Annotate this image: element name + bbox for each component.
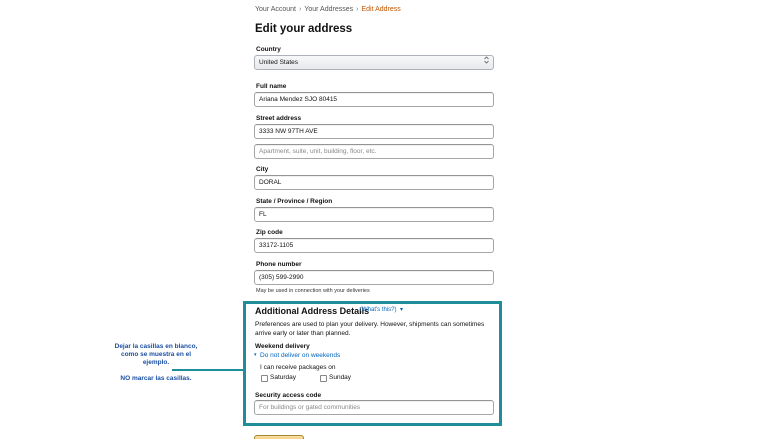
weekend-delivery-toggle[interactable]: Do not deliver on weekends (260, 352, 340, 359)
annotation-line-3: ejemplo. (142, 359, 170, 366)
sunday-label: Sunday (329, 374, 352, 381)
breadcrumb-your-account[interactable]: Your Account (255, 6, 296, 13)
street-address-line2-input[interactable]: Apartment, suite, unit, building, floor,… (254, 144, 494, 159)
zip-code-input[interactable]: 33172-1105 (254, 238, 494, 253)
weekend-delivery-label: Weekend delivery (255, 343, 310, 350)
additional-details-title: Additional Address Details (255, 306, 370, 316)
caret-down-icon: ▾ (400, 307, 404, 313)
submit-button[interactable] (254, 435, 304, 439)
country-select[interactable]: United States (254, 55, 494, 70)
phone-hint: May be used in connection with your deli… (256, 288, 370, 294)
whats-this-link[interactable]: (What's this?) (360, 307, 397, 313)
breadcrumb: Your Account › Your Addresses › Edit Address (255, 6, 401, 13)
city-label: City (256, 166, 269, 173)
street-address-input[interactable]: 3333 NW 97TH AVE (254, 124, 494, 139)
annotation-line-4: NO marcar las casillas. (120, 375, 192, 382)
sunday-checkbox[interactable] (320, 375, 327, 382)
full-name-input[interactable]: Ariana Mendez SJO 80415 (254, 92, 494, 107)
up-down-chevron-icon (484, 56, 489, 70)
city-input[interactable]: DORAL (254, 175, 494, 190)
additional-details-description: Preferences are used to plan your delive… (255, 321, 485, 337)
phone-number-input[interactable]: (305) 599-2990 (254, 270, 494, 285)
caret-down-icon: ▾ (254, 352, 257, 358)
zip-code-label: Zip code (256, 229, 283, 236)
breadcrumb-separator: › (356, 6, 359, 13)
receive-packages-text: I can receive packages on (260, 364, 336, 371)
country-value: United States (259, 59, 299, 66)
country-label: Country (256, 46, 281, 53)
security-access-code-label: Security access code (255, 392, 322, 399)
annotation-line-2: como se muestra en el (120, 351, 192, 358)
annotation-pointer-line (172, 369, 244, 371)
breadcrumb-edit-address: Edit Address (361, 6, 401, 13)
annotation-line-1: Dejar la casillas en blanco, (114, 343, 198, 350)
street-address-label: Street address (256, 115, 302, 122)
phone-number-label: Phone number (256, 261, 302, 268)
breadcrumb-separator: › (299, 6, 302, 13)
saturday-checkbox[interactable] (261, 375, 268, 382)
saturday-label: Saturday (270, 374, 297, 381)
page-title: Edit your address (255, 23, 353, 35)
breadcrumb-your-addresses[interactable]: Your Addresses (304, 6, 353, 13)
security-access-code-input[interactable]: For buildings or gated communities (254, 400, 494, 415)
state-label: State / Province / Region (256, 198, 333, 205)
state-input[interactable]: FL (254, 207, 494, 222)
full-name-label: Full name (256, 83, 287, 90)
